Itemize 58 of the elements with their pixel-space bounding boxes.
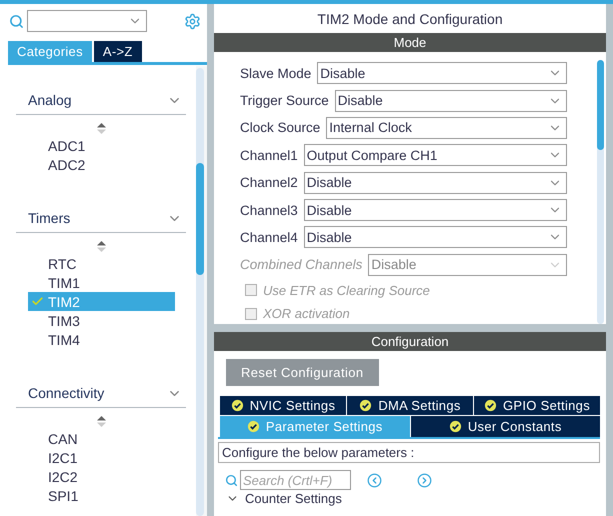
sort-icon[interactable] — [96, 416, 106, 427]
peripheral-item[interactable]: I2C1 — [28, 448, 175, 467]
check-circle-icon — [246, 420, 260, 433]
check-circle-icon — [359, 399, 372, 412]
field-label: Combined Channels — [240, 257, 364, 272]
settings-tab[interactable]: NVIC Settings — [220, 396, 346, 415]
peripheral-item[interactable]: I2C2 — [28, 467, 175, 486]
peripheral-item[interactable]: TIM3 — [28, 311, 175, 330]
field-label: Channel4 — [240, 230, 299, 245]
previous-icon[interactable] — [367, 472, 382, 488]
dropdown-field[interactable]: Disable — [304, 172, 567, 194]
peripheral-item[interactable]: RTC — [28, 254, 175, 273]
peripheral-item[interactable]: TIM4 — [28, 330, 175, 349]
category-header[interactable]: Timers — [16, 204, 186, 233]
field-label: Channel3 — [240, 202, 299, 218]
check-circle-icon — [230, 399, 244, 412]
scrollbar[interactable] — [597, 60, 604, 324]
dropdown-field[interactable]: Disable — [317, 62, 567, 84]
category-tab[interactable]: A->Z — [94, 41, 142, 62]
next-icon[interactable] — [417, 472, 432, 488]
peripheral-item[interactable]: ADC1 — [28, 136, 175, 155]
peripheral-item[interactable]: CAN — [28, 429, 175, 448]
field-label: Slave Mode — [240, 66, 312, 81]
category-header[interactable]: Connectivity — [16, 379, 186, 408]
search-combo-field[interactable] — [27, 10, 147, 32]
field-label: Channel1 — [240, 148, 299, 163]
search-icon[interactable] — [9, 14, 24, 28]
settings-icon[interactable] — [184, 12, 201, 30]
dropdown-field[interactable]: Disable — [304, 226, 567, 248]
dropdown-field[interactable]: Disable — [304, 199, 567, 222]
search-icon[interactable] — [225, 474, 238, 486]
section-header[interactable]: Counter Settings — [218, 491, 600, 506]
check-circle-icon — [448, 420, 462, 433]
scrollbar[interactable] — [196, 68, 204, 516]
checkbox-label: Use ETR as Clearing Source — [263, 282, 431, 298]
peripheral-item[interactable]: ADC2 — [28, 155, 175, 174]
mode-header: Mode — [214, 33, 606, 52]
field-label: Trigger Source — [240, 93, 330, 108]
checkbox-label: XOR activation — [263, 306, 351, 322]
field-label: Channel2 — [240, 175, 299, 190]
settings-tab[interactable]: GPIO Settings — [474, 396, 600, 415]
description-field: Configure the below parameters : — [218, 442, 600, 463]
category-header[interactable]: Analog — [16, 86, 186, 115]
dropdown-field[interactable]: Output Compare CH1 — [304, 144, 567, 166]
dropdown-field[interactable]: Internal Clock — [326, 116, 567, 139]
peripheral-item[interactable]: TIM1 — [28, 273, 175, 292]
dropdown-field[interactable]: Disable — [334, 90, 567, 112]
settings-tab[interactable]: DMA Settings — [347, 396, 473, 415]
parameter-search-field[interactable]: Search (Crtl+F) — [240, 470, 351, 490]
settings-tab[interactable]: User Constants — [410, 416, 600, 437]
sort-icon[interactable] — [96, 241, 106, 252]
field-label: Clock Source — [240, 120, 322, 136]
configuration-header: Configuration — [214, 332, 606, 351]
peripheral-item[interactable]: SPI1 — [28, 486, 175, 505]
sort-icon[interactable] — [96, 123, 106, 134]
check-circle-icon — [484, 399, 497, 412]
check-icon — [31, 295, 44, 308]
panel-title: TIM2 Mode and Configuration — [316, 10, 504, 29]
